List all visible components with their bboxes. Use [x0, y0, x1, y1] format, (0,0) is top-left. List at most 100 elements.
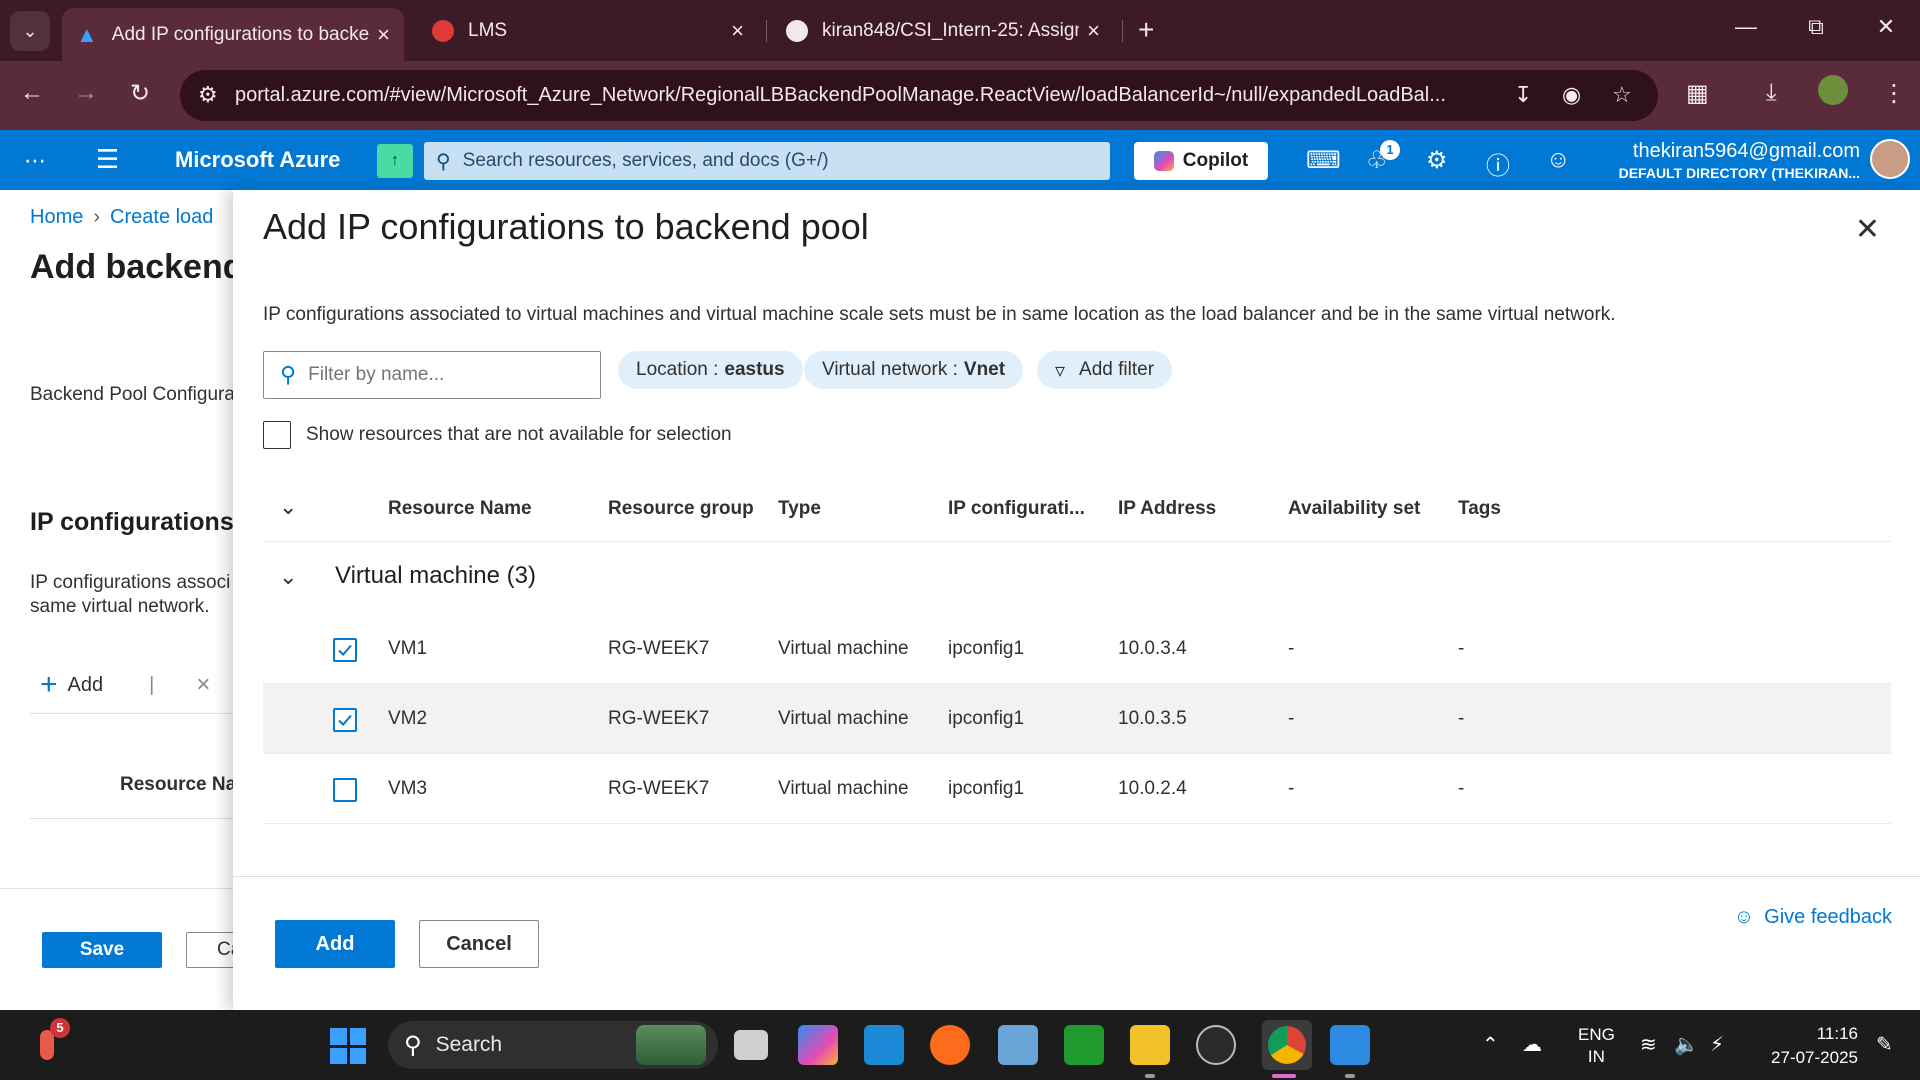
table-row[interactable]: VM2 RG-WEEK7 Virtual machine ipconfig1 1…	[263, 684, 1891, 754]
close-tab-icon[interactable]: ×	[731, 18, 744, 44]
global-search-input[interactable]: ⚲ Search resources, services, and docs (…	[424, 142, 1110, 180]
filter-input[interactable]	[308, 364, 579, 386]
start-windows-icon[interactable]	[330, 1028, 366, 1064]
close-tab-icon[interactable]: ×	[377, 22, 390, 48]
cloud-shell-icon[interactable]: ⌨	[1306, 146, 1341, 175]
column-header-resource-group[interactable]: Resource group	[608, 498, 754, 520]
volume-icon[interactable]: 🔈	[1674, 1032, 1699, 1057]
chevron-up-icon[interactable]: ⌃	[1482, 1032, 1499, 1057]
azure-data-studio-icon[interactable]	[998, 1025, 1038, 1065]
upgrade-icon[interactable]: ↑	[377, 144, 413, 178]
give-feedback-link[interactable]: ☺ Give feedback	[1734, 906, 1892, 929]
task-view-icon[interactable]	[734, 1030, 768, 1060]
add-filter-button[interactable]: ▿ Add filter	[1037, 351, 1173, 389]
column-header-type[interactable]: Type	[778, 498, 821, 520]
column-header-ip-address[interactable]: IP Address	[1118, 498, 1216, 520]
address-bar[interactable]: ⚙ portal.azure.com/#view/Microsoft_Azure…	[180, 70, 1658, 121]
back-icon[interactable]: ←	[14, 79, 50, 107]
install-app-icon[interactable]: ↧	[1514, 82, 1532, 108]
tab-search-button[interactable]: ⌄	[10, 11, 50, 51]
tracking-eye-icon[interactable]: ◉	[1562, 82, 1581, 108]
weather-badge: 5	[50, 1018, 70, 1038]
portal-menu-icon[interactable]: ☰	[96, 144, 119, 175]
row-checkbox[interactable]	[333, 708, 357, 732]
breadcrumb-home[interactable]: Home	[30, 206, 83, 228]
profile-avatar-icon[interactable]	[1818, 75, 1848, 105]
panel-title: Add IP configurations to backend pool	[263, 206, 869, 247]
group-header-virtual-machine[interactable]: ⌄ Virtual machine (3)	[263, 542, 1891, 614]
save-button[interactable]: Save	[42, 932, 162, 968]
azure-brand[interactable]: Microsoft Azure	[175, 147, 340, 173]
tab-azure[interactable]: ▲ Add IP configurations to backen ×	[62, 8, 404, 61]
row-checkbox[interactable]	[333, 778, 357, 802]
minimize-icon[interactable]: —	[1726, 14, 1766, 40]
close-tab-icon[interactable]: ×	[1087, 18, 1100, 44]
add-button[interactable]: Add	[275, 920, 395, 968]
new-tab-icon[interactable]: +	[1138, 14, 1154, 46]
column-header-resource-name[interactable]: Resource Name	[388, 498, 532, 520]
battery-icon[interactable]: ⚡	[1710, 1032, 1724, 1057]
table-row[interactable]: VM3 RG-WEEK7 Virtual machine ipconfig1 1…	[263, 754, 1891, 824]
collapse-all-icon[interactable]: ⌄	[279, 494, 297, 520]
forward-icon[interactable]: →	[68, 79, 104, 107]
resource-name-column: Resource Na	[120, 774, 237, 795]
remove-icon[interactable]: ×	[196, 671, 210, 699]
vscode-icon[interactable]	[864, 1025, 904, 1065]
row-checkbox[interactable]	[333, 638, 357, 662]
notification-center-icon[interactable]: ✎	[1876, 1032, 1893, 1057]
vnet-label: Virtual network :	[822, 359, 958, 380]
copilot-app-icon[interactable]	[798, 1025, 838, 1065]
notification-badge: 1	[1380, 140, 1400, 160]
clock[interactable]: 11:16 27-07-2025	[1758, 1022, 1858, 1070]
input-language[interactable]: ENG IN	[1578, 1024, 1615, 1068]
wifi-icon[interactable]: ≋	[1640, 1032, 1657, 1057]
azure-vm-app-icon[interactable]	[1330, 1025, 1370, 1065]
column-header-tags[interactable]: Tags	[1458, 498, 1501, 520]
copilot-button[interactable]: Copilot	[1134, 142, 1268, 180]
search-icon: ⚲	[280, 362, 297, 387]
show-unavailable-checkbox[interactable]	[263, 421, 291, 449]
xbox-icon[interactable]	[1064, 1025, 1104, 1065]
add-filter-label: Add filter	[1079, 359, 1155, 380]
extensions-icon[interactable]: ▦	[1686, 79, 1709, 108]
help-icon[interactable]: ⓘ	[1486, 146, 1510, 181]
show-unavailable-row[interactable]: Show resources that are not available fo…	[263, 421, 732, 449]
avatar[interactable]	[1870, 139, 1910, 179]
cancel-button[interactable]: Cancel	[419, 920, 539, 968]
onedrive-icon[interactable]: ☁	[1522, 1032, 1542, 1057]
site-info-icon[interactable]: ⚙	[198, 82, 218, 108]
search-icon: ⚲	[404, 1031, 422, 1059]
column-header-availability-set[interactable]: Availability set	[1288, 498, 1420, 520]
location-filter-pill[interactable]: Location : eastus	[618, 351, 803, 389]
reload-icon[interactable]: ↻	[122, 79, 158, 108]
app-launcher-icon[interactable]: ⋯	[24, 148, 46, 174]
bookmark-star-icon[interactable]: ☆	[1612, 82, 1632, 108]
settings-gear-icon[interactable]: ⚙	[1426, 146, 1448, 175]
divider	[30, 713, 235, 714]
cell-resource-name: VM2	[388, 708, 428, 729]
filter-by-name-field[interactable]: ⚲	[263, 351, 601, 399]
more-menu-icon[interactable]: ⋮	[1882, 79, 1906, 108]
github-desktop-icon[interactable]	[1196, 1025, 1236, 1065]
breadcrumb-create-load[interactable]: Create load	[110, 206, 213, 228]
tab-separator	[1122, 20, 1123, 42]
close-window-icon[interactable]: ✕	[1866, 14, 1906, 40]
tab-title: kiran848/CSI_Intern-25: Assignm	[822, 20, 1080, 41]
column-header-ip-configuration[interactable]: IP configurati...	[948, 498, 1085, 520]
chevron-down-icon[interactable]: ⌄	[279, 564, 297, 590]
firefox-icon[interactable]	[930, 1025, 970, 1065]
table-row[interactable]: VM1 RG-WEEK7 Virtual machine ipconfig1 1…	[263, 614, 1891, 684]
add-ip-button[interactable]: + Add | ×	[40, 668, 210, 702]
close-icon[interactable]: ✕	[1855, 212, 1880, 247]
cell-ip-address: 10.0.2.4	[1118, 778, 1187, 799]
tab-lms[interactable]: LMS ×	[418, 8, 758, 54]
file-explorer-icon[interactable]	[1130, 1025, 1170, 1065]
toolbar-divider: |	[149, 673, 155, 696]
downloads-icon[interactable]: ⤓	[1766, 79, 1777, 107]
restore-icon[interactable]: ⧉	[1796, 14, 1836, 40]
vnet-filter-pill[interactable]: Virtual network : Vnet	[804, 351, 1024, 389]
tab-github[interactable]: kiran848/CSI_Intern-25: Assignm ×	[772, 8, 1114, 54]
taskbar-search[interactable]: ⚲ Search	[388, 1021, 718, 1069]
account-menu[interactable]: thekiran5964@gmail.com DEFAULT DIRECTORY…	[1540, 140, 1860, 181]
chevron-right-icon: ›	[93, 206, 101, 228]
